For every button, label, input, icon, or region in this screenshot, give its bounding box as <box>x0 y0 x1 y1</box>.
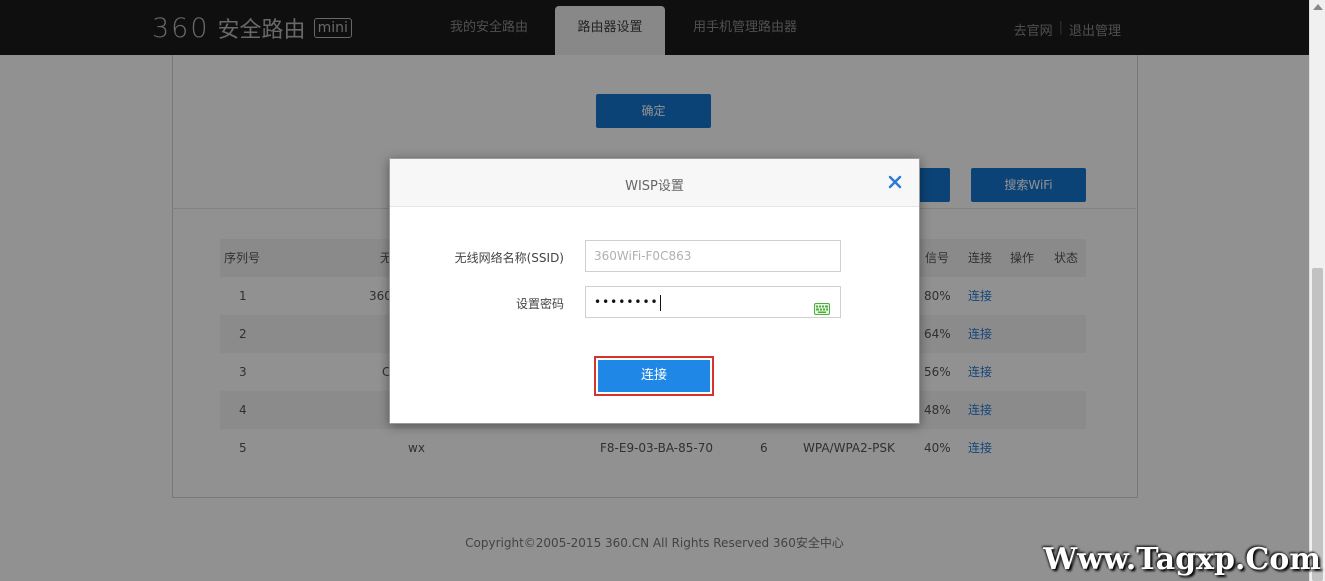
connect-button[interactable]: 连接 <box>598 360 710 392</box>
password-value: •••••••• <box>594 295 659 309</box>
password-label: 设置密码 <box>515 297 564 311</box>
vertical-scrollbar[interactable] <box>1309 0 1325 581</box>
dialog-title: WISP设置 <box>625 179 684 194</box>
scroll-up-arrow-icon[interactable] <box>1313 4 1323 10</box>
wisp-settings-dialog: WISP设置 无线网络名称(SSID) 360WiFi-F0C863 设置密码 … <box>389 158 920 424</box>
ssid-label: 无线网络名称(SSID) <box>454 251 564 265</box>
router-admin-page: 360 安全路由 mini 我的安全路由 路由器设置 用手机管理路由器 去官网 … <box>0 0 1309 581</box>
connect-button-highlight: 连接 <box>594 356 714 396</box>
keyboard-icon[interactable] <box>814 296 830 315</box>
scrollbar-thumb[interactable] <box>1312 268 1323 581</box>
dialog-header: WISP设置 <box>390 159 919 207</box>
text-caret <box>659 294 661 311</box>
password-input[interactable]: •••••••• <box>585 286 841 318</box>
site-watermark: Www.Tagxp.Com <box>1043 542 1321 577</box>
close-icon[interactable] <box>887 175 903 191</box>
ssid-input[interactable]: 360WiFi-F0C863 <box>585 240 841 272</box>
